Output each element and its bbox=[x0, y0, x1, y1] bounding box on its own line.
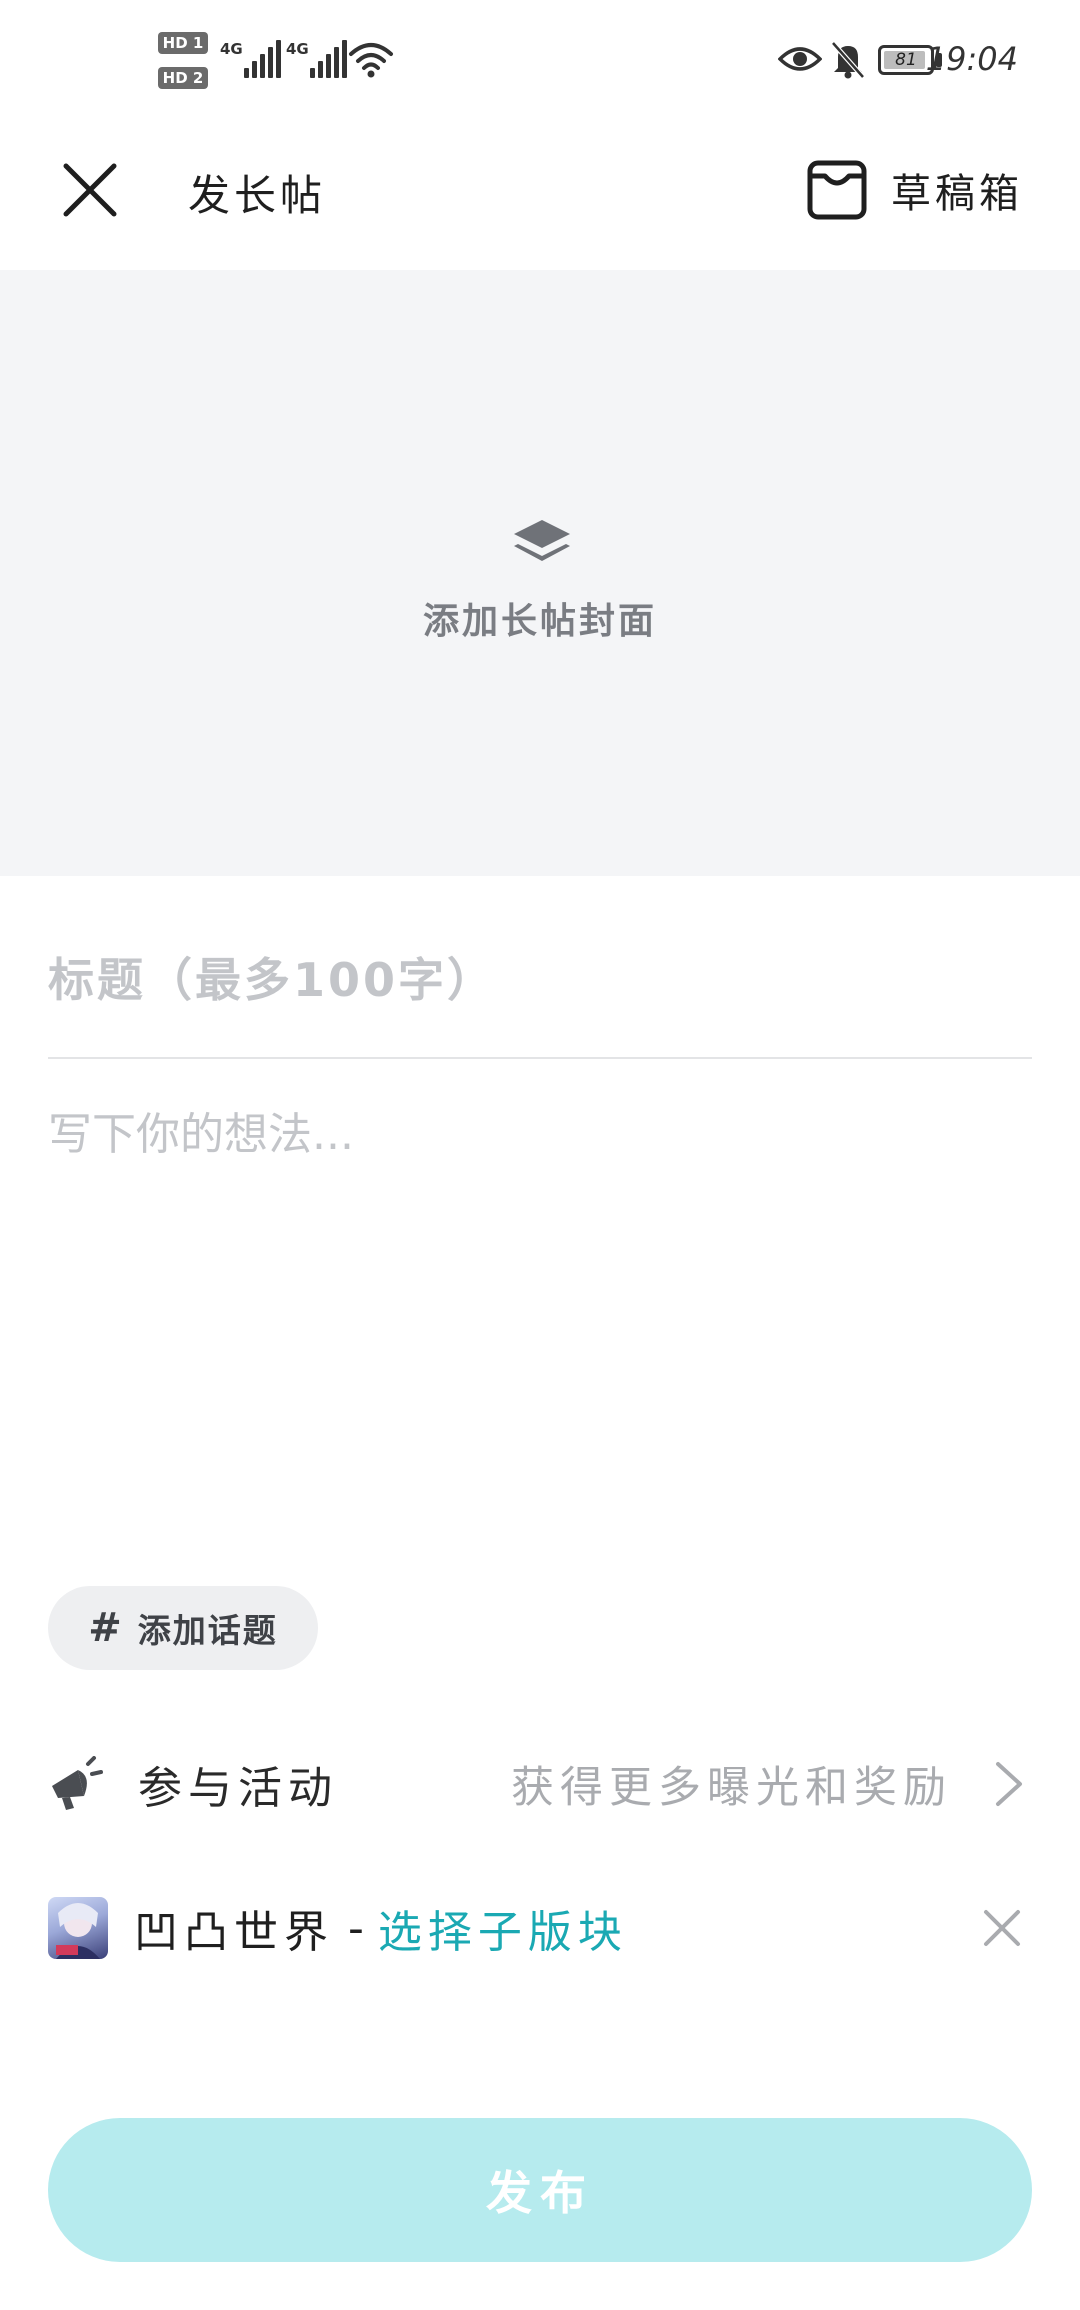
drafts-label: 草稿箱 bbox=[891, 171, 1023, 217]
select-subforum-link[interactable]: 选择子版块 bbox=[378, 1896, 628, 1960]
forum-avatar bbox=[48, 1897, 108, 1959]
eye-icon bbox=[778, 47, 822, 71]
chevron-right-icon bbox=[996, 1762, 1022, 1806]
network-type-2: 4G bbox=[286, 40, 309, 58]
add-cover-area[interactable]: 添加长帖封面 bbox=[0, 270, 1080, 876]
hashtag-icon: # bbox=[88, 1605, 122, 1651]
sim1-hd-badge: HD 1 bbox=[158, 32, 208, 54]
network-type-1: 4G bbox=[220, 40, 243, 58]
status-bar: HD 1 HD 2 4G 4G 81 19:04 bbox=[0, 0, 1080, 120]
signal-icon-1 bbox=[244, 40, 281, 78]
drafts-box-icon bbox=[807, 160, 867, 220]
close-icon[interactable] bbox=[58, 158, 122, 222]
remove-forum-icon[interactable] bbox=[980, 1906, 1024, 1950]
add-topic-button[interactable]: # 添加话题 bbox=[48, 1586, 318, 1670]
publish-button[interactable]: 发布 bbox=[48, 2118, 1032, 2262]
title-divider bbox=[48, 1057, 1032, 1059]
header: 发长帖 草稿箱 bbox=[0, 120, 1080, 270]
join-activity-row[interactable]: 参与活动 获得更多曝光和奖励 bbox=[48, 1742, 1032, 1826]
join-activity-label: 参与活动 bbox=[138, 1763, 338, 1814]
drafts-button[interactable]: 草稿箱 bbox=[805, 150, 1050, 230]
mute-bell-icon bbox=[831, 41, 865, 79]
sim2-hd-badge: HD 2 bbox=[158, 67, 208, 89]
publish-label: 发布 bbox=[486, 2166, 594, 2220]
forum-separator: - bbox=[348, 1902, 364, 1954]
forum-row: 凹凸世界 - 选择子版块 bbox=[48, 1886, 1032, 1970]
wifi-icon bbox=[349, 43, 393, 78]
battery-level: 81 bbox=[895, 50, 917, 70]
page-title: 发长帖 bbox=[188, 171, 327, 220]
add-cover-label: 添加长帖封面 bbox=[422, 601, 657, 642]
content-input[interactable] bbox=[48, 1098, 1032, 1538]
add-topic-label: 添加话题 bbox=[137, 1611, 278, 1650]
status-time: 19:04 bbox=[925, 40, 1018, 78]
activity-hint: 获得更多曝光和奖励 bbox=[511, 1763, 952, 1813]
forum-name: 凹凸世界 bbox=[134, 1907, 334, 1958]
layers-icon bbox=[514, 520, 570, 561]
signal-icon-2 bbox=[310, 40, 347, 78]
forum-avatar-image bbox=[56, 1903, 100, 1959]
title-input[interactable] bbox=[48, 940, 1032, 1020]
megaphone-icon bbox=[52, 1756, 103, 1810]
